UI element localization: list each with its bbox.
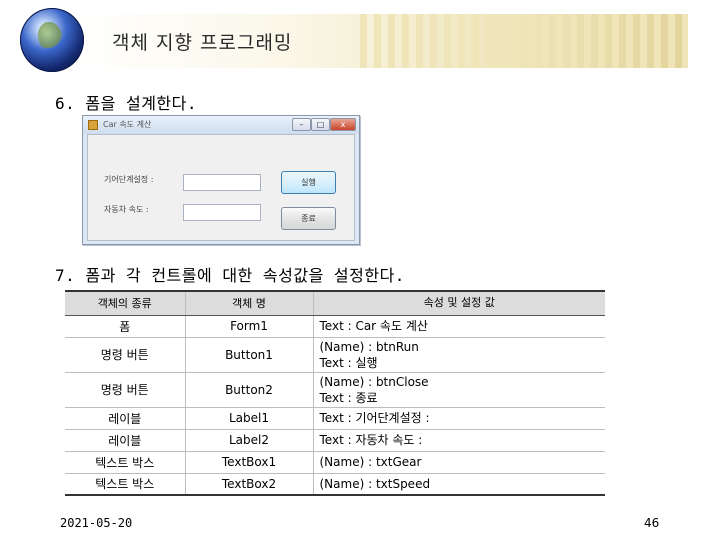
run-button[interactable]: 실행 xyxy=(281,171,336,194)
property-line: Text : 기어단계설정 : xyxy=(319,411,430,425)
banner-stripe xyxy=(668,14,675,68)
banner-stripe xyxy=(360,14,367,68)
table-row: 텍스트 박스 TextBox2 (Name) : txtSpeed xyxy=(65,473,605,496)
banner-stripe xyxy=(626,14,633,68)
banner-stripe xyxy=(486,14,493,68)
property-line: (Name) : txtSpeed xyxy=(319,476,431,491)
cell-properties: (Name) : btnClose Text : 종료 xyxy=(313,372,605,408)
header-object-type: 객체의 종류 xyxy=(65,290,186,316)
property-line: Text : 자동차 속도 : xyxy=(319,433,423,447)
page-number: 46 xyxy=(644,516,660,530)
banner-stripe xyxy=(584,14,591,68)
cell-object-type: 텍스트 박스 xyxy=(65,451,186,474)
cell-properties: (Name) : btnRun Text : 실행 xyxy=(313,337,605,373)
banner-stripe xyxy=(528,14,535,68)
cell-object-type: 폼 xyxy=(65,315,186,338)
banner-stripe xyxy=(374,14,381,68)
table-row: 레이블 Label1 Text : 기어단계설정 : xyxy=(65,407,605,430)
cell-properties: Text : Car 속도 계산 xyxy=(313,315,605,338)
banner-stripe xyxy=(430,14,437,68)
speed-label: 자동차 속도 : xyxy=(104,205,149,214)
property-line: (Name) : txtGear xyxy=(319,455,422,469)
gear-input[interactable] xyxy=(183,174,261,191)
cell-object-name: TextBox2 xyxy=(185,473,314,496)
cell-object-type: 레이블 xyxy=(65,407,186,430)
cell-properties: (Name) : txtSpeed xyxy=(313,473,605,496)
property-line: Text : 종료 xyxy=(319,390,378,405)
form-preview-window: Car 속도 계산 – □ x 기어단계설정 : 실행 자동차 속도 : 종료 xyxy=(82,115,360,245)
banner-stripe xyxy=(654,14,661,68)
gear-label: 기어단계설정 : xyxy=(104,175,154,184)
banner-stripe xyxy=(444,14,451,68)
table-row: 폼 Form1 Text : Car 속도 계산 xyxy=(65,315,605,338)
banner-stripe xyxy=(402,14,409,68)
table-row: 텍스트 박스 TextBox1 (Name) : txtGear xyxy=(65,451,605,474)
property-table: 객체의 종류 객체 명 속성 및 설정 값 폼 Form1 Text : Car 속… xyxy=(65,290,605,496)
banner-stripe xyxy=(612,14,619,68)
slide-date: 2021-05-20 xyxy=(60,516,133,530)
banner-stripe xyxy=(598,14,605,68)
banner-stripe xyxy=(640,14,647,68)
cell-object-name: TextBox1 xyxy=(185,451,314,474)
close-button[interactable]: 종료 xyxy=(281,207,336,230)
form-client-area: 기어단계설정 : 실행 자동차 속도 : 종료 xyxy=(87,134,355,241)
cell-properties: Text : 기어단계설정 : xyxy=(313,407,605,430)
header-object-name: 객체 명 xyxy=(185,290,314,316)
property-line: (Name) : btnRun xyxy=(319,339,419,354)
cell-object-type: 명령 버튼 xyxy=(65,372,186,408)
minimize-icon[interactable]: – xyxy=(292,118,311,131)
property-line: Text : 실행 xyxy=(319,355,378,370)
banner-stripe xyxy=(388,14,395,68)
cell-object-type: 레이블 xyxy=(65,429,186,452)
slide-title: 객체 지향 프로그래밍 xyxy=(112,32,293,54)
table-header-row: 객체의 종류 객체 명 속성 및 설정 값 xyxy=(65,290,605,316)
title-banner: 객체 지향 프로그래밍 xyxy=(0,0,720,72)
banner-stripe xyxy=(682,14,688,68)
maximize-icon[interactable]: □ xyxy=(311,118,330,131)
cell-object-name: Button2 xyxy=(185,372,314,408)
form-titlebar: Car 속도 계산 – □ x xyxy=(83,116,359,134)
cell-object-name: Label1 xyxy=(185,407,314,430)
cell-properties: Text : 자동차 속도 : xyxy=(313,429,605,452)
table-row: 명령 버튼 Button1 (Name) : btnRun Text : 실행 xyxy=(65,337,605,373)
close-icon[interactable]: x xyxy=(330,118,356,131)
cell-object-type: 텍스트 박스 xyxy=(65,473,186,496)
cell-object-type: 명령 버튼 xyxy=(65,337,186,373)
globe-icon xyxy=(20,8,84,72)
header-properties: 속성 및 설정 값 xyxy=(313,290,605,316)
banner-stripe xyxy=(472,14,479,68)
banner-stripe xyxy=(500,14,507,68)
table-row: 레이블 Label2 Text : 자동차 속도 : xyxy=(65,429,605,452)
app-icon xyxy=(88,120,98,130)
banner-stripe xyxy=(458,14,465,68)
banner-stripe xyxy=(416,14,423,68)
cell-object-name: Form1 xyxy=(185,315,314,338)
form-title: Car 속도 계산 xyxy=(103,120,152,129)
speed-input[interactable] xyxy=(183,204,261,221)
cell-properties: (Name) : txtGear xyxy=(313,451,605,474)
banner-stripe xyxy=(514,14,521,68)
step-heading-properties: 7. 폼과 각 컨트롤에 대한 속성값을 설정한다. xyxy=(55,266,405,285)
banner-stripe xyxy=(556,14,563,68)
step-heading-form-design: 6. 폼을 설계한다. xyxy=(55,94,197,113)
property-line: (Name) : btnClose xyxy=(319,374,429,389)
cell-object-name: Button1 xyxy=(185,337,314,373)
banner-stripe xyxy=(570,14,577,68)
banner-stripe xyxy=(542,14,549,68)
cell-object-name: Label2 xyxy=(185,429,314,452)
table-row: 명령 버튼 Button2 (Name) : btnClose Text : 종료 xyxy=(65,372,605,408)
property-line: Text : Car 속도 계산 xyxy=(319,319,428,333)
